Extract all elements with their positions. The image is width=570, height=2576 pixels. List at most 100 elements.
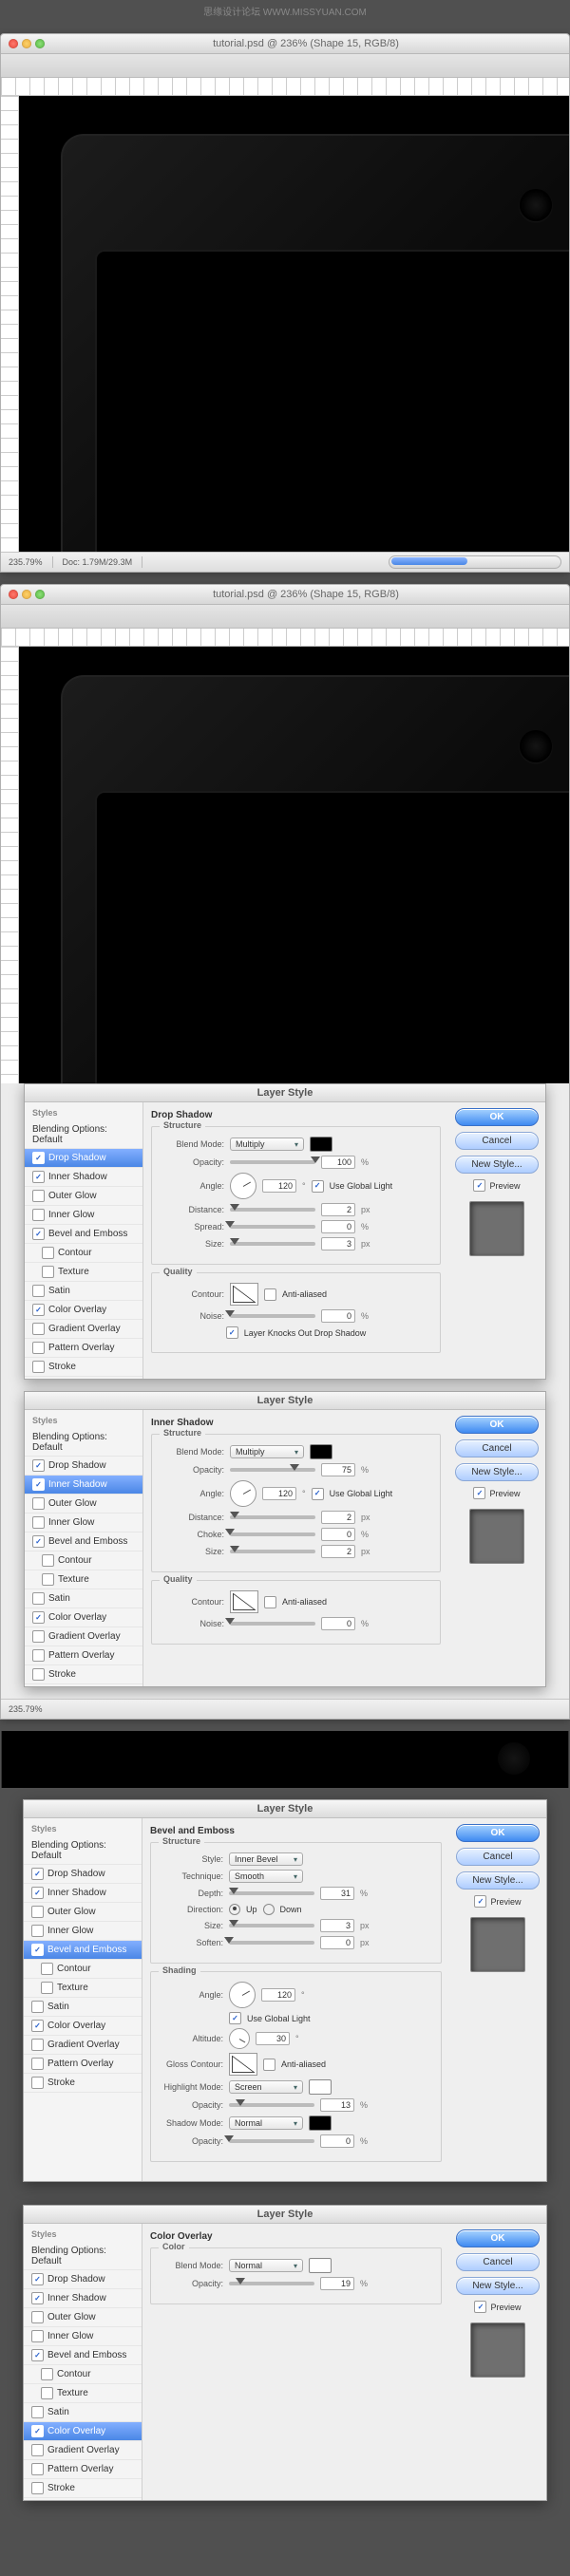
cancel-button[interactable]: Cancel: [455, 1132, 539, 1150]
opacity-slider[interactable]: [230, 1160, 315, 1164]
style-inner-glow[interactable]: Inner Glow: [24, 1922, 142, 1941]
style-gradient-overlay[interactable]: Gradient Overlay: [24, 2441, 142, 2460]
choke-value[interactable]: 0: [321, 1528, 355, 1541]
color-swatch[interactable]: [310, 1444, 332, 1459]
shadow-opacity-value[interactable]: 0: [320, 2134, 354, 2148]
style-contour[interactable]: Contour: [25, 1551, 142, 1570]
style-satin[interactable]: Satin: [25, 1589, 142, 1608]
minimize-icon[interactable]: [22, 39, 31, 48]
style-outer-glow[interactable]: Outer Glow: [24, 1903, 142, 1922]
cancel-button[interactable]: Cancel: [456, 1848, 540, 1866]
style-bevel-emboss[interactable]: Bevel and Emboss: [25, 1225, 142, 1244]
angle-value[interactable]: 120: [261, 1988, 295, 2002]
color-swatch[interactable]: [309, 2258, 332, 2273]
direction-up-radio[interactable]: [229, 1904, 240, 1915]
minimize-icon[interactable]: [22, 590, 31, 599]
soften-slider[interactable]: [229, 1941, 314, 1945]
noise-value[interactable]: 0: [321, 1309, 355, 1323]
angle-dial[interactable]: [229, 1982, 256, 2008]
size-value[interactable]: 3: [321, 1237, 355, 1250]
spread-value[interactable]: 0: [321, 1220, 355, 1233]
anti-aliased-checkbox[interactable]: [264, 1596, 276, 1608]
style-inner-glow[interactable]: Inner Glow: [24, 2327, 142, 2346]
maximize-icon[interactable]: [35, 590, 45, 599]
style-inner-shadow[interactable]: Inner Shadow: [24, 2289, 142, 2308]
close-icon[interactable]: [9, 590, 18, 599]
anti-aliased-checkbox[interactable]: [264, 1288, 276, 1301]
cancel-button[interactable]: Cancel: [456, 2253, 540, 2271]
new-style-button[interactable]: New Style...: [455, 1463, 539, 1481]
style-inner-glow[interactable]: Inner Glow: [25, 1514, 142, 1532]
style-texture[interactable]: Texture: [25, 1263, 142, 1282]
depth-value[interactable]: 31: [320, 1887, 354, 1900]
noise-value[interactable]: 0: [321, 1617, 355, 1630]
style-inner-shadow[interactable]: Inner Shadow: [25, 1476, 142, 1495]
style-bevel-emboss[interactable]: Bevel and Emboss: [25, 1532, 142, 1551]
soften-value[interactable]: 0: [320, 1936, 354, 1949]
highlight-color-swatch[interactable]: [309, 2079, 332, 2095]
new-style-button[interactable]: New Style...: [455, 1156, 539, 1174]
global-light-checkbox[interactable]: [229, 2012, 241, 2024]
depth-slider[interactable]: [229, 1891, 314, 1895]
style-gradient-overlay[interactable]: Gradient Overlay: [25, 1320, 142, 1339]
style-blending-options[interactable]: Blending Options: Default: [25, 1121, 142, 1149]
choke-slider[interactable]: [230, 1532, 315, 1536]
altitude-value[interactable]: 30: [256, 2032, 290, 2045]
global-light-checkbox[interactable]: [312, 1488, 324, 1500]
altitude-dial[interactable]: [229, 2028, 250, 2049]
style-satin[interactable]: Satin: [24, 1998, 142, 2017]
knockout-checkbox[interactable]: [226, 1326, 238, 1339]
preview-checkbox[interactable]: [473, 1179, 485, 1192]
style-select[interactable]: Inner Bevel: [229, 1852, 303, 1866]
style-inner-shadow[interactable]: Inner Shadow: [25, 1168, 142, 1187]
blend-mode-select[interactable]: Multiply: [230, 1138, 304, 1151]
style-blending-options[interactable]: Blending Options: Default: [25, 1429, 142, 1457]
distance-value[interactable]: 2: [321, 1511, 355, 1524]
distance-slider[interactable]: [230, 1208, 315, 1212]
ok-button[interactable]: OK: [456, 1824, 540, 1842]
opacity-slider[interactable]: [229, 2282, 314, 2285]
direction-down-radio[interactable]: [263, 1904, 275, 1915]
ok-button[interactable]: OK: [455, 1108, 539, 1126]
color-swatch[interactable]: [310, 1137, 332, 1152]
distance-slider[interactable]: [230, 1515, 315, 1519]
style-texture[interactable]: Texture: [25, 1570, 142, 1589]
anti-aliased-checkbox[interactable]: [263, 2059, 276, 2071]
style-color-overlay[interactable]: Color Overlay: [25, 1301, 142, 1320]
style-drop-shadow[interactable]: Drop Shadow: [24, 2270, 142, 2289]
style-stroke[interactable]: Stroke: [25, 1665, 142, 1684]
shadow-mode-select[interactable]: Normal: [229, 2116, 303, 2130]
style-pattern-overlay[interactable]: Pattern Overlay: [25, 1646, 142, 1665]
angle-dial[interactable]: [230, 1173, 256, 1199]
opacity-slider[interactable]: [230, 1468, 315, 1472]
style-contour[interactable]: Contour: [25, 1244, 142, 1263]
horizontal-scrollbar[interactable]: [389, 555, 561, 569]
style-pattern-overlay[interactable]: Pattern Overlay: [25, 1339, 142, 1358]
style-stroke[interactable]: Stroke: [25, 1358, 142, 1377]
opacity-value[interactable]: 19: [320, 2277, 354, 2290]
style-satin[interactable]: Satin: [24, 2403, 142, 2422]
style-drop-shadow[interactable]: Drop Shadow: [25, 1457, 142, 1476]
canvas[interactable]: [19, 647, 569, 1083]
highlight-opacity-slider[interactable]: [229, 2103, 314, 2107]
technique-select[interactable]: Smooth: [229, 1870, 303, 1883]
opacity-value[interactable]: 75: [321, 1463, 355, 1476]
style-gradient-overlay[interactable]: Gradient Overlay: [24, 2036, 142, 2055]
style-outer-glow[interactable]: Outer Glow: [24, 2308, 142, 2327]
maximize-icon[interactable]: [35, 39, 45, 48]
shadow-color-swatch[interactable]: [309, 2115, 332, 2131]
style-outer-glow[interactable]: Outer Glow: [25, 1187, 142, 1206]
angle-value[interactable]: 120: [262, 1179, 296, 1193]
style-color-overlay[interactable]: Color Overlay: [24, 2017, 142, 2036]
style-inner-shadow[interactable]: Inner Shadow: [24, 1884, 142, 1903]
noise-slider[interactable]: [230, 1314, 315, 1318]
style-drop-shadow[interactable]: Drop Shadow: [25, 1149, 142, 1168]
style-color-overlay[interactable]: Color Overlay: [24, 2422, 142, 2441]
style-color-overlay[interactable]: Color Overlay: [25, 1608, 142, 1627]
contour-swatch[interactable]: [230, 1283, 258, 1306]
size-slider[interactable]: [230, 1242, 315, 1246]
angle-value[interactable]: 120: [262, 1487, 296, 1500]
distance-value[interactable]: 2: [321, 1203, 355, 1216]
blend-mode-select[interactable]: Normal: [229, 2259, 303, 2272]
style-pattern-overlay[interactable]: Pattern Overlay: [24, 2460, 142, 2479]
